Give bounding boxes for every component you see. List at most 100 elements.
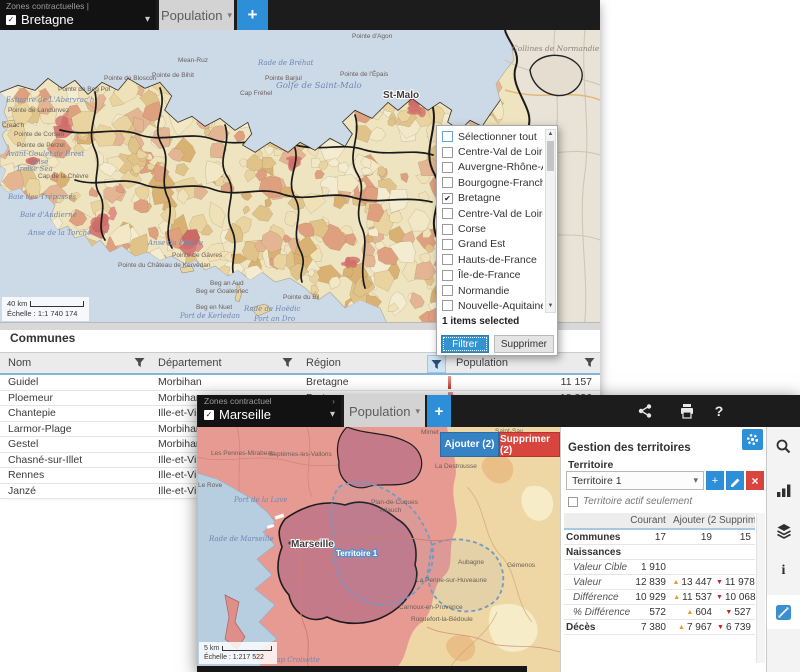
add-communes-button[interactable]: Ajouter (2) <box>440 432 499 457</box>
add-territory-button[interactable]: + <box>706 471 724 490</box>
region-filter-item[interactable]: Centre-Val de Loire <box>439 144 543 159</box>
filter-icon[interactable] <box>584 357 595 368</box>
chevron-right-icon: › <box>332 397 335 406</box>
stats-label: Valeur <box>564 577 626 588</box>
edit-territory-button[interactable] <box>726 471 744 490</box>
column-label: Nom <box>8 357 31 369</box>
info-icon[interactable]: i <box>767 558 800 584</box>
filter-button[interactable]: Filtrer <box>441 335 489 353</box>
map-label: Pointe de Gâvres <box>172 252 223 259</box>
checkbox-icon[interactable] <box>442 177 453 188</box>
table-row[interactable]: GuidelMorbihanBretagne11 157 <box>0 375 600 391</box>
territory-tool-icon[interactable] <box>767 595 800 629</box>
checkbox-icon[interactable] <box>442 285 453 296</box>
map-label: Pointe de Landunvez <box>8 107 69 114</box>
checkbox-icon[interactable] <box>442 254 453 265</box>
column-header-departement[interactable]: Département <box>150 353 298 373</box>
map-label: Roquefort-la-Bédoule <box>411 616 473 623</box>
territory-selector-marseille[interactable]: › Zones contractuel ✓ Marseille ▾ <box>198 395 341 427</box>
region-filter-item[interactable]: Normandie <box>439 283 543 298</box>
table-cell: Larmor-Plage <box>0 422 150 437</box>
column-label: Région <box>306 357 341 369</box>
region-filter-item[interactable]: Hauts-de-France <box>439 252 543 267</box>
help-icon[interactable]: ? <box>709 402 729 420</box>
checkbox-icon[interactable] <box>568 497 578 507</box>
selector-context: Zones contractuelles | <box>6 2 150 11</box>
layers-icon[interactable] <box>767 518 800 544</box>
region-filter-item[interactable]: Nouvelle-Aquitaine <box>439 298 543 313</box>
checkbox-icon[interactable] <box>442 270 453 281</box>
stats-value: 15 <box>716 532 755 543</box>
column-header-region[interactable]: Région <box>298 353 448 373</box>
gear-icon <box>746 433 759 446</box>
region-filter-item[interactable]: Bourgogne-Franche-Comté <box>439 175 543 190</box>
checkbox-icon[interactable] <box>442 162 453 173</box>
active-filter-highlight[interactable] <box>427 355 446 373</box>
checkbox-icon[interactable] <box>442 239 453 250</box>
remove-filter-button[interactable]: Supprimer <box>494 335 554 353</box>
territory-select[interactable]: Territoire 1 ▾ <box>566 471 704 490</box>
bar-chart-icon[interactable] <box>767 477 800 503</box>
stats-col-ajouter: Ajouter (2) <box>670 515 716 526</box>
map-label: Anse du Pouldu <box>147 239 204 247</box>
checkbox-icon[interactable] <box>442 131 453 142</box>
chevron-down-icon: ▾ <box>330 406 335 423</box>
selection-status: 1 items selected <box>442 316 519 327</box>
stats-value: ▲11 537 <box>670 592 716 603</box>
column-header-nom[interactable]: Nom <box>0 353 150 373</box>
panel-scrollbar-track[interactable] <box>756 513 765 663</box>
stats-label: Communes <box>564 532 626 543</box>
territory-selector-bretagne[interactable]: Zones contractuelles | ✓ Bretagne ▾ <box>0 0 156 30</box>
settings-button[interactable] <box>742 429 763 450</box>
region-filter-item[interactable]: Sélectionner tout <box>439 129 543 144</box>
region-label: Nouvelle-Aquitaine <box>458 300 543 312</box>
print-icon[interactable] <box>677 402 697 420</box>
search-icon[interactable] <box>767 433 800 459</box>
region-filter-item[interactable]: Auvergne-Rhône-Alpes <box>439 160 543 175</box>
delete-territory-button[interactable]: × <box>746 471 764 490</box>
add-indicator-button[interactable]: + <box>237 0 268 30</box>
stats-value: ▲7 967 <box>670 622 716 633</box>
scale-distance: 5 km <box>204 645 219 652</box>
bottom-section-edge <box>197 666 527 672</box>
filter-icon[interactable] <box>134 357 145 368</box>
add-indicator-button[interactable]: + <box>427 395 451 427</box>
checkbox-icon[interactable] <box>442 147 453 158</box>
population-label: Population <box>349 404 410 419</box>
app-stage: Zones contractuelles | ✓ Bretagne ▾ Popu… <box>0 0 800 672</box>
region-label: Auvergne-Rhône-Alpes <box>458 161 543 173</box>
checkbox-icon[interactable]: ✔ <box>442 193 453 204</box>
remove-communes-button[interactable]: Supprimer (2) <box>499 432 560 457</box>
region-filter-item[interactable]: Grand Est <box>439 237 543 252</box>
panel-scrollbar[interactable]: ▲ ▼ <box>545 129 556 313</box>
active-only-row[interactable]: Territoire actif seulement <box>568 496 692 507</box>
filter-icon[interactable] <box>282 357 293 368</box>
chevron-down-icon: ▾ <box>415 406 420 417</box>
filter-icon-active[interactable] <box>431 359 442 370</box>
column-header-population[interactable]: Population <box>448 353 600 373</box>
share-icon[interactable] <box>635 402 655 420</box>
map-label: Gémenos <box>507 562 536 569</box>
territory-field-label: Territoire <box>568 459 613 471</box>
marseille-map[interactable]: Chaîne de l'ÉtoileMimetSaint-SavLes Penn… <box>197 427 560 672</box>
stats-value: ▲13 447 <box>670 577 716 588</box>
map-label: Marseille <box>291 539 334 550</box>
region-filter-item[interactable]: Corse <box>439 221 543 236</box>
stats-value: 17 <box>626 532 670 543</box>
checkbox-icon[interactable] <box>442 300 453 311</box>
region-filter-item[interactable]: ✔Bretagne <box>439 191 543 206</box>
checkbox-icon[interactable] <box>442 208 453 219</box>
scrollbar-thumb[interactable] <box>547 141 554 171</box>
population-indicator-dropdown[interactable]: Population ▾ <box>344 395 425 427</box>
territory-row: Communes171915 <box>564 530 755 545</box>
scroll-up-icon[interactable]: ▲ <box>546 130 555 139</box>
active-only-label: Territoire actif seulement <box>583 496 692 507</box>
population-indicator-dropdown[interactable]: Population ▾ <box>159 0 234 30</box>
region-filter-item[interactable]: Île-de-France <box>439 268 543 283</box>
map-label: Iroise Sea <box>16 165 53 173</box>
territory-row: Différence10 929▲11 537▼10 068 <box>564 590 755 605</box>
checkbox-icon[interactable] <box>442 224 453 235</box>
scroll-down-icon[interactable]: ▼ <box>546 302 555 311</box>
region-filter-item[interactable]: Centre-Val de Loire <box>439 206 543 221</box>
stats-value: 19 <box>670 532 716 543</box>
